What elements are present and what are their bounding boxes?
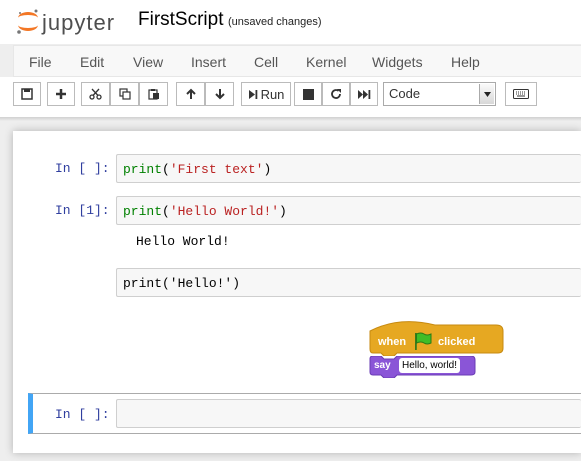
menu-kernel[interactable]: Kernel (306, 54, 346, 70)
cut-button[interactable] (81, 82, 110, 106)
paste-icon (147, 89, 159, 100)
code-input[interactable]: print('First text') (116, 154, 581, 183)
green-flag-icon (415, 332, 432, 350)
keyboard-icon (513, 89, 529, 99)
code-input[interactable]: print('Hello!') (116, 268, 581, 297)
insert-cell-button[interactable] (47, 82, 75, 106)
menu-file[interactable]: File (29, 54, 52, 70)
paste-button[interactable] (139, 82, 168, 106)
menu-help[interactable]: Help (451, 54, 480, 70)
save-icon (21, 88, 33, 100)
copy-icon (118, 88, 131, 100)
restart-icon (331, 89, 341, 99)
cell-type-select[interactable]: Code (383, 82, 496, 106)
menubar: File Edit View Insert Cell Kernel Widget… (13, 45, 581, 77)
stop-icon (302, 88, 314, 100)
move-down-button[interactable] (205, 82, 234, 106)
jupyter-logo-icon (17, 9, 38, 34)
cell-prompt: In [1]: (55, 203, 110, 218)
code-input[interactable]: print('Hello World!') (116, 196, 581, 225)
jupyter-logo[interactable]: jupyter (15, 6, 125, 36)
cell-prompt: In [ ]: (55, 161, 110, 176)
cell-type-value: Code (389, 86, 421, 101)
interrupt-button[interactable] (294, 82, 322, 106)
command-palette-button[interactable] (505, 82, 537, 106)
copy-button[interactable] (110, 82, 139, 106)
hat-label-when: when (378, 336, 407, 348)
menu-insert[interactable]: Insert (191, 54, 226, 70)
toolbar-shadow (0, 117, 581, 121)
run-icon (248, 89, 257, 99)
restart-button[interactable] (322, 82, 350, 106)
menu-cell[interactable]: Cell (254, 54, 278, 70)
save-button[interactable] (13, 82, 41, 106)
save-status: (unsaved changes) (228, 16, 322, 28)
move-up-button[interactable] (176, 82, 205, 106)
run-label: Run (260, 86, 285, 102)
chevron-down-icon (479, 84, 494, 104)
cell-output: Hello World! (136, 234, 230, 249)
plus-icon (56, 89, 66, 99)
logo-text: jupyter (42, 10, 116, 35)
scratch-when-flag-clicked-block[interactable]: when clicked (369, 318, 505, 356)
say-label: say (374, 360, 391, 371)
menu-view[interactable]: View (133, 54, 163, 70)
code-text: print('First text') (123, 162, 272, 177)
menu-edit[interactable]: Edit (80, 54, 104, 70)
say-input[interactable]: Hello, world! (399, 358, 461, 373)
toolbar: Run Code (0, 77, 581, 117)
menu-widgets[interactable]: Widgets (372, 54, 423, 70)
scratch-say-block[interactable]: say Hello, world! (369, 356, 477, 378)
code-input[interactable] (116, 399, 581, 428)
run-all-button[interactable] (350, 82, 378, 106)
arrow-up-icon (185, 88, 196, 99)
code-text: print('Hello World!') (123, 204, 287, 219)
notebook-title[interactable]: FirstScript (138, 9, 224, 31)
cell-prompt: In [ ]: (55, 407, 110, 422)
code-text: print('Hello!') (123, 276, 241, 291)
run-button[interactable]: Run (241, 82, 291, 106)
header: jupyter FirstScript (unsaved changes) (0, 0, 581, 44)
cut-icon (89, 88, 102, 100)
hat-label-clicked: clicked (438, 336, 476, 348)
arrow-down-icon (214, 89, 225, 100)
fast-forward-icon (357, 89, 370, 99)
